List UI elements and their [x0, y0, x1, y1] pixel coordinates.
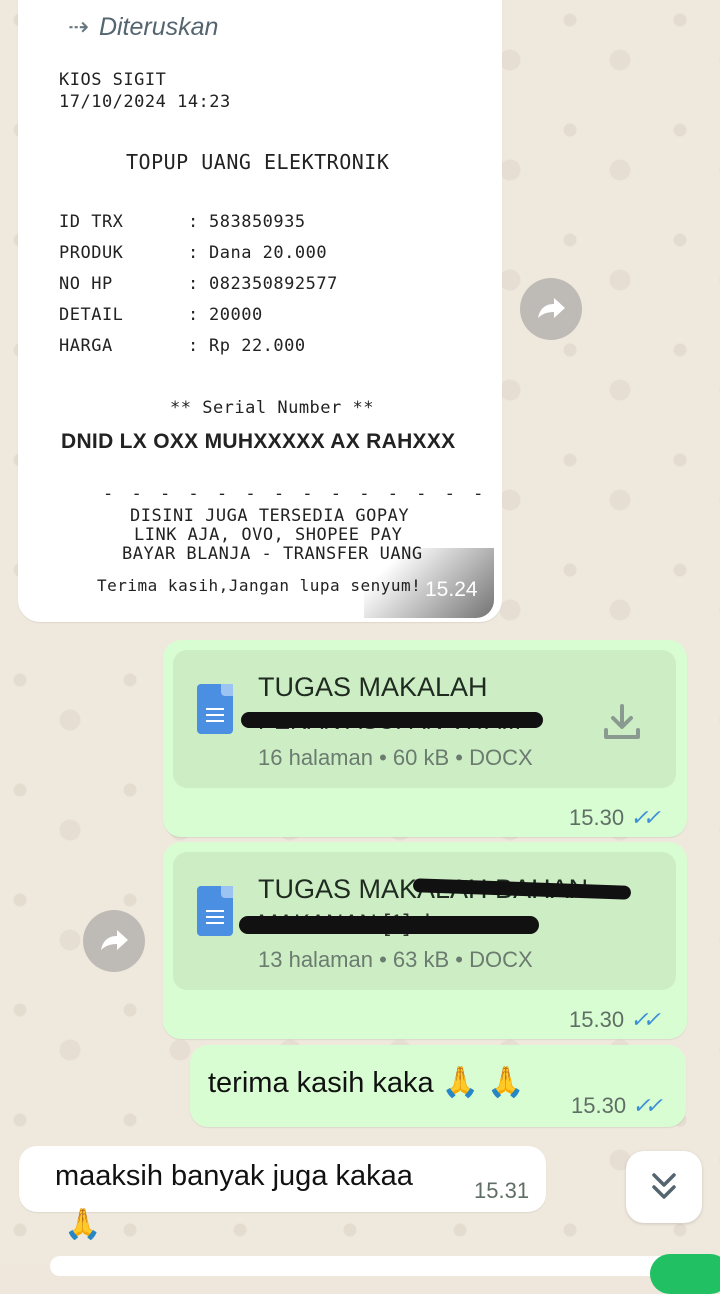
document-message[interactable]: TUGAS MAKALAH BAHAN MAKANAN [1].docx 13 …	[163, 842, 687, 1039]
forward-icon[interactable]	[520, 278, 582, 340]
receipt-field-sep: :	[188, 274, 199, 294]
receipt-store: KIOS SIGIT	[59, 70, 167, 90]
receipt-field-value: 082350892577	[209, 274, 338, 294]
receipt-serial-label: ** Serial Number **	[170, 398, 374, 418]
document-meta: 13 halaman • 63 kB • DOCX	[258, 947, 533, 972]
message-time: 15.24	[425, 578, 478, 601]
message-text: terima kasih kaka 🙏 🙏	[208, 1066, 525, 1099]
document-card[interactable]: TUGAS MAKALAH BAHAN MAKANAN [1].docx 13 …	[173, 852, 676, 990]
receipt-field-key: HARGA	[59, 336, 113, 356]
receipt-promo-line: DISINI JUGA TERSEDIA GOPAY	[130, 506, 410, 526]
redaction-scribble	[241, 712, 543, 728]
scroll-to-bottom-button[interactable]	[626, 1151, 702, 1223]
receipt-promo-line: LINK AJA, OVO, SHOPEE PAY	[134, 525, 403, 545]
forwarded-label: ⇢ Diteruskan	[68, 12, 218, 42]
read-ticks-icon: ✓✓	[630, 805, 661, 830]
message-input-bar[interactable]	[50, 1256, 670, 1276]
document-card[interactable]: TUGAS MAKALAH PERAN ASUPAN VITA... 16 ha…	[173, 650, 676, 788]
document-file-icon	[197, 684, 233, 734]
receipt-field-key: PRODUK	[59, 243, 124, 263]
text-message[interactable]: terima kasih kaka 🙏 🙏 15.30 ✓✓	[190, 1045, 686, 1127]
receipt-datetime: 17/10/2024 14:23	[59, 92, 231, 112]
send-button[interactable]	[650, 1254, 720, 1294]
receipt-field-sep: :	[188, 305, 199, 325]
receipt-field-key: ID TRX	[59, 212, 124, 232]
receipt-serial-number: DNID LX OXX MUHXXXXX AX RAHXXX	[61, 430, 456, 453]
forward-icon[interactable]	[83, 910, 145, 972]
forwarded-arrow-icon: ⇢	[68, 13, 89, 41]
pray-emoji: 🙏 🙏	[441, 1066, 525, 1099]
receipt-heading: TOPUP UANG ELEKTRONIK	[126, 150, 390, 174]
text-message[interactable]: maaksih banyak juga kakaa 15.31	[19, 1146, 546, 1212]
document-meta: 16 halaman • 60 kB • DOCX	[258, 745, 533, 770]
document-file-icon	[197, 886, 233, 936]
receipt-field-sep: :	[188, 212, 199, 232]
redaction-scribble	[239, 916, 539, 934]
receipt-image[interactable]: KIOS SIGIT 17/10/2024 14:23 TOPUP UANG E…	[33, 50, 494, 618]
message-time: 15.30 ✓✓	[571, 1093, 663, 1118]
receipt-field-value: Dana 20.000	[209, 243, 328, 263]
receipt-field-value: 583850935	[209, 212, 306, 232]
receipt-field-sep: :	[188, 336, 199, 356]
document-message[interactable]: TUGAS MAKALAH PERAN ASUPAN VITA... 16 ha…	[163, 640, 687, 837]
receipt-field-value: 20000	[209, 305, 263, 325]
message-time: 15.31	[474, 1178, 530, 1203]
message-text: maaksih banyak juga kakaa	[55, 1160, 413, 1192]
message-time: 15.30 ✓✓	[569, 1007, 661, 1032]
read-ticks-icon: ✓✓	[632, 1093, 663, 1118]
document-title: TUGAS MAKALAH	[258, 672, 488, 702]
chevron-double-down-icon	[652, 1173, 676, 1199]
receipt-field-value: Rp 22.000	[209, 336, 306, 356]
receipt-divider: - - - - - - - - - - - - - - - - -	[103, 484, 488, 504]
receipt-field-key: NO HP	[59, 274, 113, 294]
forwarded-text: Diteruskan	[98, 13, 219, 41]
message-time: 15.30 ✓✓	[569, 805, 661, 830]
receipt-field-key: DETAIL	[59, 305, 124, 325]
pray-emoji: 🙏	[64, 1208, 102, 1241]
download-icon[interactable]	[602, 702, 642, 742]
read-ticks-icon: ✓✓	[630, 1007, 661, 1032]
receipt-field-sep: :	[188, 243, 199, 263]
